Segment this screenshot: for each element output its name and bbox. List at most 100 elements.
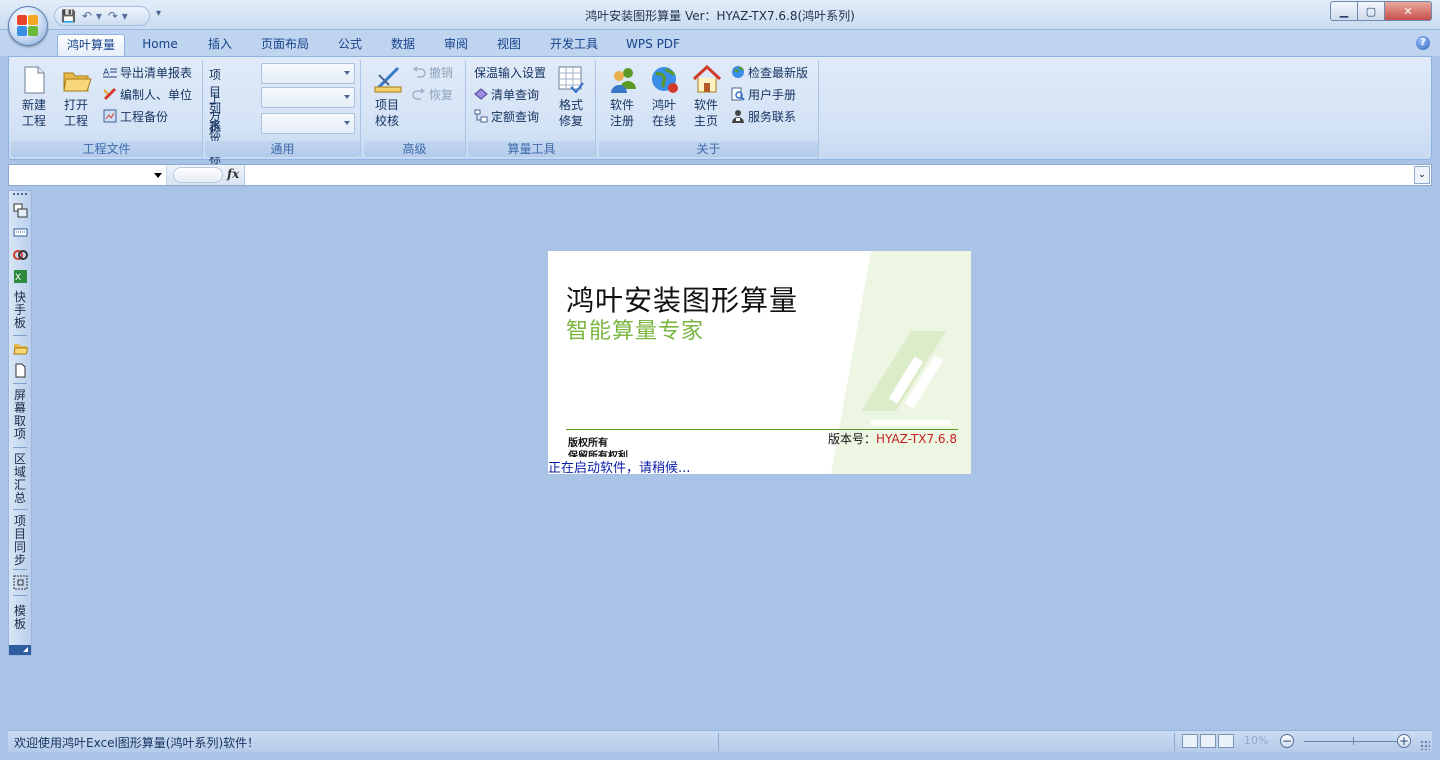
contact-service-button[interactable]: 服务联系: [731, 107, 796, 127]
project-sync-button[interactable]: 项目同步: [12, 515, 28, 567]
bar-icon[interactable]: [13, 225, 28, 240]
window-controls: ▁ ▢ ✕: [1330, 1, 1432, 21]
register-button[interactable]: 软件 注册: [603, 65, 641, 129]
insert-function-icon[interactable]: fx: [227, 167, 239, 181]
homepage-label-1: 软件: [693, 98, 718, 112]
export-report-button[interactable]: A 导出清单报表: [103, 63, 192, 83]
zoom-slider-thumb[interactable]: [1353, 737, 1354, 745]
toolbar-grip[interactable]: [13, 193, 27, 196]
status-separator: [718, 733, 719, 751]
close-button[interactable]: ✕: [1384, 1, 1432, 21]
editor-unit-label: 编制人、单位: [120, 88, 193, 102]
help-icon[interactable]: ?: [1416, 36, 1430, 50]
toolbar-separator: [13, 447, 27, 448]
undo-button[interactable]: 撤销: [412, 63, 453, 83]
new-file-icon: [20, 65, 48, 94]
ribbon: 新建 工程 打开 工程 A 导出清单报表 编制人、单位 工程备份 工程文件 项目列…: [8, 56, 1432, 183]
user-manual-button[interactable]: 用户手册: [731, 85, 796, 105]
quota-query-label: 定额查询: [491, 110, 540, 124]
users-icon: [608, 65, 636, 93]
select-region-icon[interactable]: [13, 575, 28, 590]
splash-screen: 鸿叶安装图形算量 智能算量专家 版权所有 保留所有权利 版本号：HYAZ-TX7…: [548, 251, 971, 474]
online-label-2: 在线: [651, 114, 676, 128]
update-globe-icon: [731, 65, 745, 79]
check-update-label: 检查最新版: [748, 66, 809, 80]
project-list-select[interactable]: [261, 63, 355, 84]
online-button[interactable]: 鸿叶 在线: [645, 65, 683, 129]
open-project-button[interactable]: 打开 工程: [57, 65, 95, 129]
group-label-about: 关于: [599, 141, 818, 157]
register-label-1: 软件: [609, 98, 634, 112]
editor-unit-button[interactable]: 编制人、单位: [103, 85, 192, 105]
group-label-project-files: 工程文件: [11, 141, 202, 157]
new-project-label-1: 新建: [21, 98, 46, 112]
group-about: 软件 注册 鸿叶 在线 软件 主页 检查最新版 用户手册 服务联系 关于: [599, 59, 819, 159]
tab-developer[interactable]: 开发工具: [540, 34, 608, 56]
horizontal-label-select[interactable]: [261, 113, 355, 134]
title-bar: 💾 ↶ ▾ ↷ ▾ ▾ 鸿叶安装图形算量 Ver：HYAZ-TX7.6.8(鸿叶…: [0, 0, 1440, 30]
resize-grip[interactable]: [1420, 740, 1430, 750]
tab-formula[interactable]: 公式: [328, 34, 372, 56]
version-info: 版本号：HYAZ-TX7.6.8: [828, 430, 957, 447]
open-folder-icon: [62, 65, 92, 93]
link-icon[interactable]: [13, 247, 28, 262]
maximize-button[interactable]: ▢: [1357, 1, 1384, 21]
layers-icon[interactable]: [13, 203, 28, 218]
register-label-2: 注册: [609, 114, 634, 128]
export-list-icon: A: [103, 65, 117, 79]
spreadsheet-icon[interactable]: X: [13, 269, 28, 284]
minimize-button[interactable]: ▁: [1330, 1, 1357, 21]
check-update-button[interactable]: 检查最新版: [731, 63, 808, 83]
backup-project-button[interactable]: 工程备份: [103, 107, 168, 127]
zoom-level[interactable]: 10%: [1244, 734, 1268, 747]
globe-icon: [650, 65, 678, 93]
new-file-icon[interactable]: [13, 363, 28, 378]
top-label-select[interactable]: [261, 87, 355, 108]
splash-subtitle: 智能算量专家: [566, 319, 705, 344]
screen-pick-button[interactable]: 屏幕取项: [12, 389, 28, 441]
quick-panel-button[interactable]: 快手板: [12, 291, 28, 330]
group-advanced: 项目 校核 撤销 恢复 高级: [364, 59, 466, 159]
list-query-button[interactable]: 清单查询: [474, 85, 539, 105]
insulation-input-button[interactable]: 保温输入设置: [474, 63, 546, 83]
group-project-files: 新建 工程 打开 工程 A 导出清单报表 编制人、单位 工程备份 工程文件: [11, 59, 203, 159]
office-button[interactable]: [8, 6, 48, 46]
book-icon: [474, 87, 488, 101]
zoom-slider[interactable]: [1304, 741, 1404, 742]
homepage-button[interactable]: 软件 主页: [687, 64, 725, 129]
new-project-label-2: 工程: [21, 114, 46, 128]
quota-query-button[interactable]: 定额查询: [474, 107, 539, 127]
person-icon: [731, 109, 745, 123]
name-box[interactable]: [9, 165, 167, 185]
toolbar-separator: [13, 509, 27, 510]
toolbar-options-icon[interactable]: [9, 645, 31, 655]
formula-cancel-enter[interactable]: [173, 167, 223, 183]
template-button[interactable]: 模板: [12, 605, 28, 631]
tab-home[interactable]: Home: [135, 34, 185, 56]
tab-data[interactable]: 数据: [381, 34, 425, 56]
new-project-button[interactable]: 新建 工程: [15, 65, 53, 129]
tab-review[interactable]: 审阅: [434, 34, 478, 56]
region-summary-button[interactable]: 区域汇总: [12, 453, 28, 505]
open-project-label-2: 工程: [63, 114, 88, 128]
open-folder-icon[interactable]: [13, 341, 29, 356]
project-check-button[interactable]: 项目 校核: [368, 65, 406, 129]
zoom-in-button[interactable]: +: [1397, 734, 1411, 748]
format-repair-label-1: 格式: [558, 98, 583, 112]
redo-button[interactable]: 恢复: [412, 85, 453, 105]
normal-view-icon[interactable]: [1182, 734, 1198, 748]
tab-page-layout[interactable]: 页面布局: [253, 34, 317, 56]
toolbar-separator: [13, 595, 27, 596]
page-layout-view-icon[interactable]: [1200, 734, 1216, 748]
zoom-out-button[interactable]: −: [1280, 734, 1294, 748]
group-label-quantity-tools: 算量工具: [468, 141, 595, 157]
tab-view[interactable]: 视图: [487, 34, 531, 56]
tab-insert[interactable]: 插入: [198, 34, 242, 56]
format-repair-button[interactable]: 格式 修复: [552, 65, 590, 129]
tab-wps-pdf[interactable]: WPS PDF: [618, 34, 688, 56]
page-break-view-icon[interactable]: [1218, 734, 1234, 748]
tab-hongye[interactable]: 鸿叶算量: [57, 34, 125, 56]
group-general: 项目列表 上方标注 水平标注 通用: [205, 59, 361, 183]
office-logo-icon: [17, 15, 39, 37]
expand-formula-bar-button[interactable]: ⌄: [1414, 166, 1430, 184]
